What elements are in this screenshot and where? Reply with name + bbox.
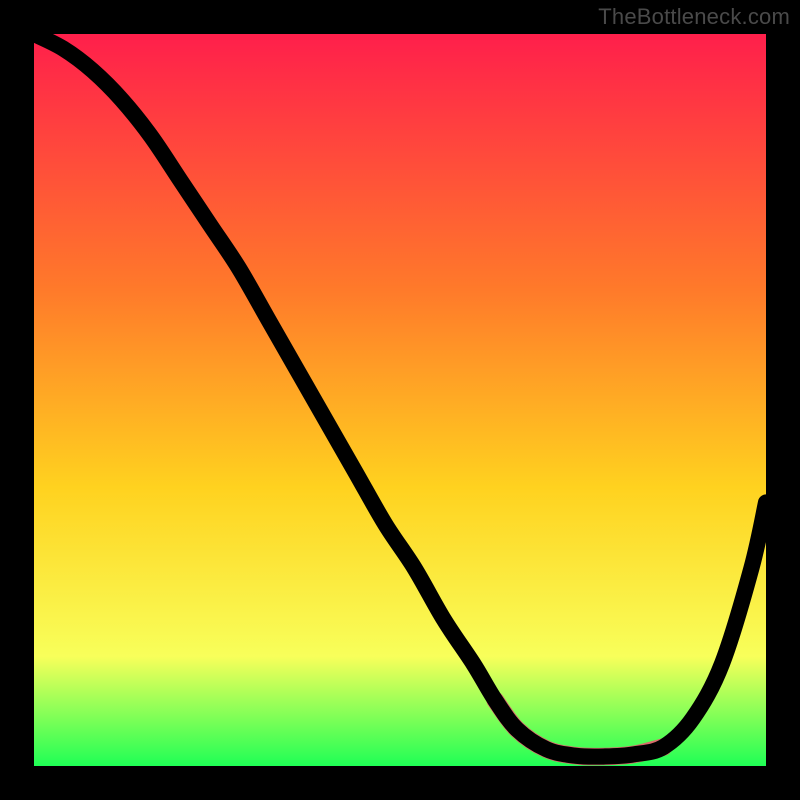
background-gradient <box>34 34 766 766</box>
chart-frame: TheBottleneck.com <box>0 0 800 800</box>
bottleneck-chart <box>34 34 766 766</box>
watermark-text: TheBottleneck.com <box>598 4 790 30</box>
plot-area <box>34 34 766 766</box>
